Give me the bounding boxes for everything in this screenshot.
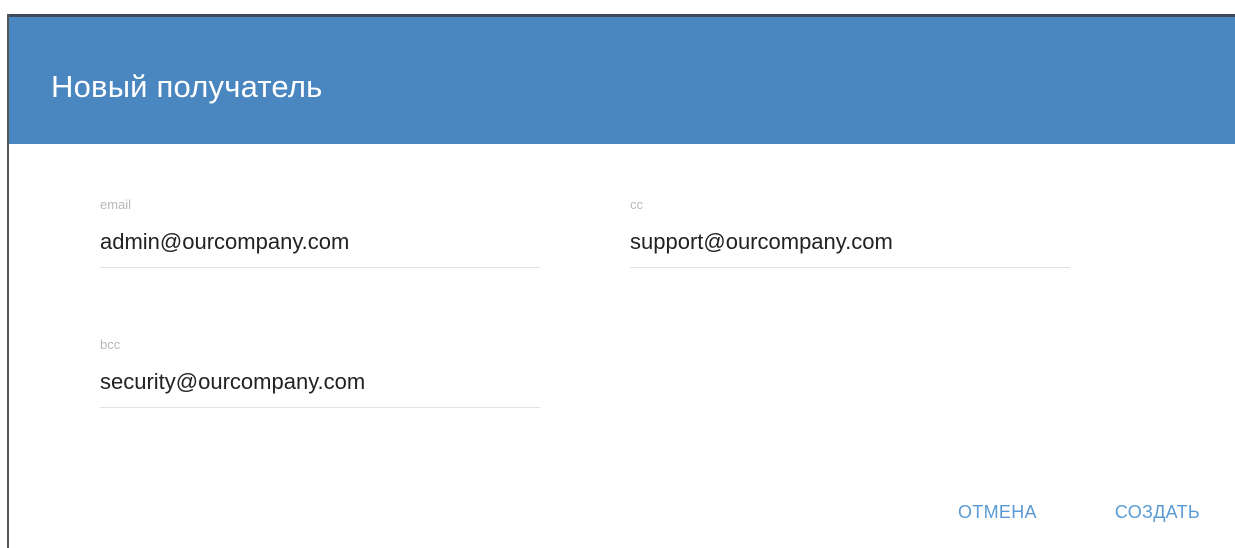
dialog-actions: ОТМЕНА СОЗДАТЬ (958, 502, 1200, 523)
bcc-input[interactable]: security@ourcompany.com (100, 369, 365, 395)
email-field[interactable]: email admin@ourcompany.com (100, 197, 540, 272)
top-strip (0, 0, 1235, 14)
dialog-title: Новый получатель (51, 69, 323, 104)
dialog-left-edge (0, 14, 9, 548)
email-input[interactable]: admin@ourcompany.com (100, 229, 349, 255)
cc-field-label: cc (630, 197, 643, 212)
bcc-field-underline (100, 407, 540, 408)
create-button[interactable]: СОЗДАТЬ (1115, 502, 1200, 523)
cc-field-underline (630, 267, 1070, 268)
email-field-underline (100, 267, 540, 268)
dialog-header: Новый получатель (9, 14, 1235, 144)
new-recipient-dialog: Новый получатель email admin@ourcompany.… (0, 0, 1235, 548)
bcc-field-label: bcc (100, 337, 121, 352)
bcc-field[interactable]: bcc security@ourcompany.com (100, 337, 540, 412)
email-field-label: email (100, 197, 132, 212)
cancel-button[interactable]: ОТМЕНА (958, 502, 1037, 523)
cc-input[interactable]: support@ourcompany.com (630, 229, 893, 255)
cc-field[interactable]: cc support@ourcompany.com (630, 197, 1070, 272)
